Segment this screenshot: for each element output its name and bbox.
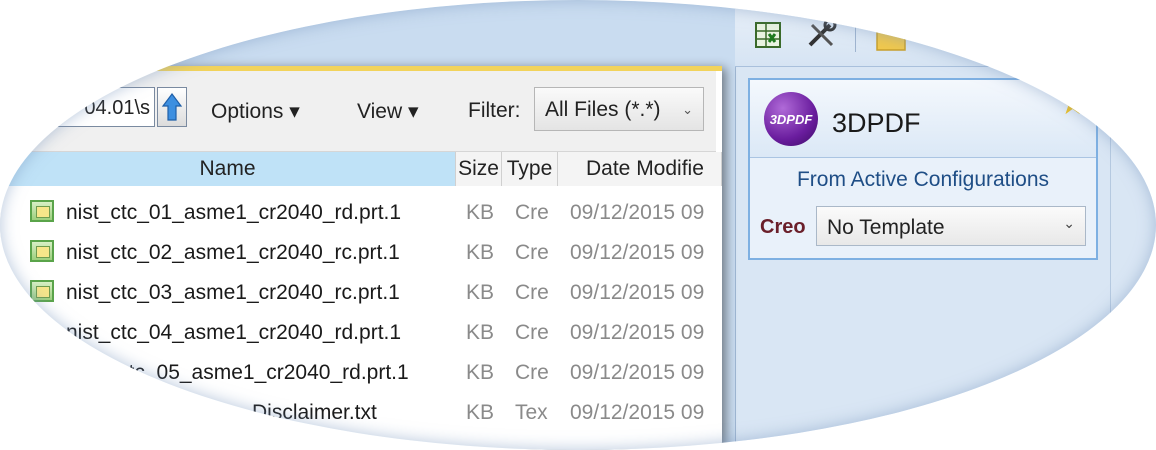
chevron-down-icon: ⌄: [682, 102, 693, 117]
file-row[interactable]: ctc_05_asme1_cr2040_rd.prt.1 KB Cre 09/1…: [0, 352, 716, 392]
file-date: 09/12/2015 09: [570, 401, 705, 424]
file-date: 09/12/2015 09: [570, 281, 705, 304]
file-size: KB: [466, 281, 495, 304]
file-date: 09/12/2015 09: [570, 361, 705, 384]
path-input[interactable]: 04.01\s: [35, 87, 155, 127]
file-size: KB: [466, 321, 495, 344]
file-row[interactable]: nist_ctc_02_asme1_cr2040_rc.prt.1 KB Cre…: [0, 232, 716, 272]
3dpdf-card: 3DPDF 3DPDF ★ From Active Configurations…: [748, 78, 1098, 260]
column-header-size[interactable]: Size: [456, 152, 502, 186]
dialog-toolbar: 04.01\s Options ▾ View ▾ Filter: All Fil…: [0, 71, 716, 152]
file-type: Cre: [515, 361, 549, 384]
card-title: 3DPDF: [832, 108, 921, 138]
view-menu[interactable]: View ▾: [357, 99, 419, 124]
file-row[interactable]: nist_ctc_04_asme1_cr2040_rd.prt.1 KB Cre…: [0, 312, 716, 352]
spreadsheet-icon[interactable]: [753, 20, 785, 52]
creo-part-file-icon: [30, 320, 54, 342]
up-folder-button[interactable]: [157, 87, 187, 127]
file-size: KB: [466, 241, 495, 264]
file-name: nist_ctc_01_asme1_cr2040_rd.prt.1: [66, 201, 402, 224]
file-size: KB: [466, 401, 495, 424]
file-type: Tex: [515, 401, 548, 424]
filter-value: All Files (*.*): [545, 98, 661, 121]
toolbar-separator: [855, 18, 856, 52]
3dpdf-logo-icon: 3DPDF: [764, 92, 818, 146]
file-open-dialog: 04.01\s Options ▾ View ▾ Filter: All Fil…: [0, 66, 722, 450]
file-name: nist_ctc_02_asme1_cr2040_rc.prt.1: [66, 241, 400, 264]
3dpdf-card-header: 3DPDF 3DPDF ★: [750, 80, 1096, 158]
column-header-type[interactable]: Type: [502, 152, 558, 186]
options-menu[interactable]: Options ▾: [211, 99, 300, 124]
creo-toolbar: [735, 0, 1156, 67]
file-name: nist_ctc_03_asme1_cr2040_rc.prt.1: [66, 281, 400, 304]
file-type: Cre: [515, 201, 549, 224]
file-type: Cre: [515, 281, 549, 304]
file-date: 09/12/2015 09: [570, 321, 705, 344]
creo-part-file-icon: [30, 240, 54, 262]
creo-part-file-icon: [30, 200, 54, 222]
file-row[interactable]: nist_ctc_03_asme1_cr2040_rc.prt.1 KB Cre…: [0, 272, 716, 312]
file-size: KB: [466, 361, 495, 384]
chevron-down-icon: ⌄: [1063, 215, 1075, 231]
creo-label: Creo: [760, 216, 806, 238]
filter-select[interactable]: All Files (*.*) ⌄: [534, 87, 704, 131]
up-arrow-icon: [161, 93, 183, 121]
file-name: ctc_05_asme1_cr2040_rd.prt.1: [118, 361, 409, 384]
file-name: Disclaimer.txt: [252, 401, 377, 424]
file-type: Cre: [515, 321, 549, 344]
file-size: KB: [466, 201, 495, 224]
file-date: 09/12/2015 09: [570, 241, 705, 264]
column-header-date[interactable]: Date Modifie: [558, 152, 722, 186]
file-date: 09/12/2015 09: [570, 201, 705, 224]
path-value: 04.01\s: [84, 97, 150, 119]
template-value: No Template: [827, 216, 945, 239]
folder-icon[interactable]: [875, 22, 907, 54]
filter-label: Filter:: [468, 99, 521, 122]
template-select[interactable]: No Template ⌄: [816, 206, 1086, 246]
file-row[interactable]: nist_ctc_01_asme1_cr2040_rd.prt.1 KB Cre…: [0, 192, 716, 232]
file-name: nist_ctc_04_asme1_cr2040_rd.prt.1: [66, 321, 402, 344]
tools-icon[interactable]: [805, 18, 837, 50]
file-row[interactable]: Disclaimer.txt KB Tex 09/12/2015 09: [0, 392, 716, 432]
column-header-name[interactable]: Name: [0, 152, 456, 186]
zoomed-screenshot: 3DPDF 3DPDF ★ From Active Configurations…: [0, 0, 1156, 450]
favorite-star-icon[interactable]: ★: [1059, 90, 1086, 120]
panel-divider: [1110, 66, 1111, 450]
file-type: Cre: [515, 241, 549, 264]
configurations-label: From Active Configurations: [796, 168, 1050, 191]
creo-part-file-icon: [30, 280, 54, 302]
